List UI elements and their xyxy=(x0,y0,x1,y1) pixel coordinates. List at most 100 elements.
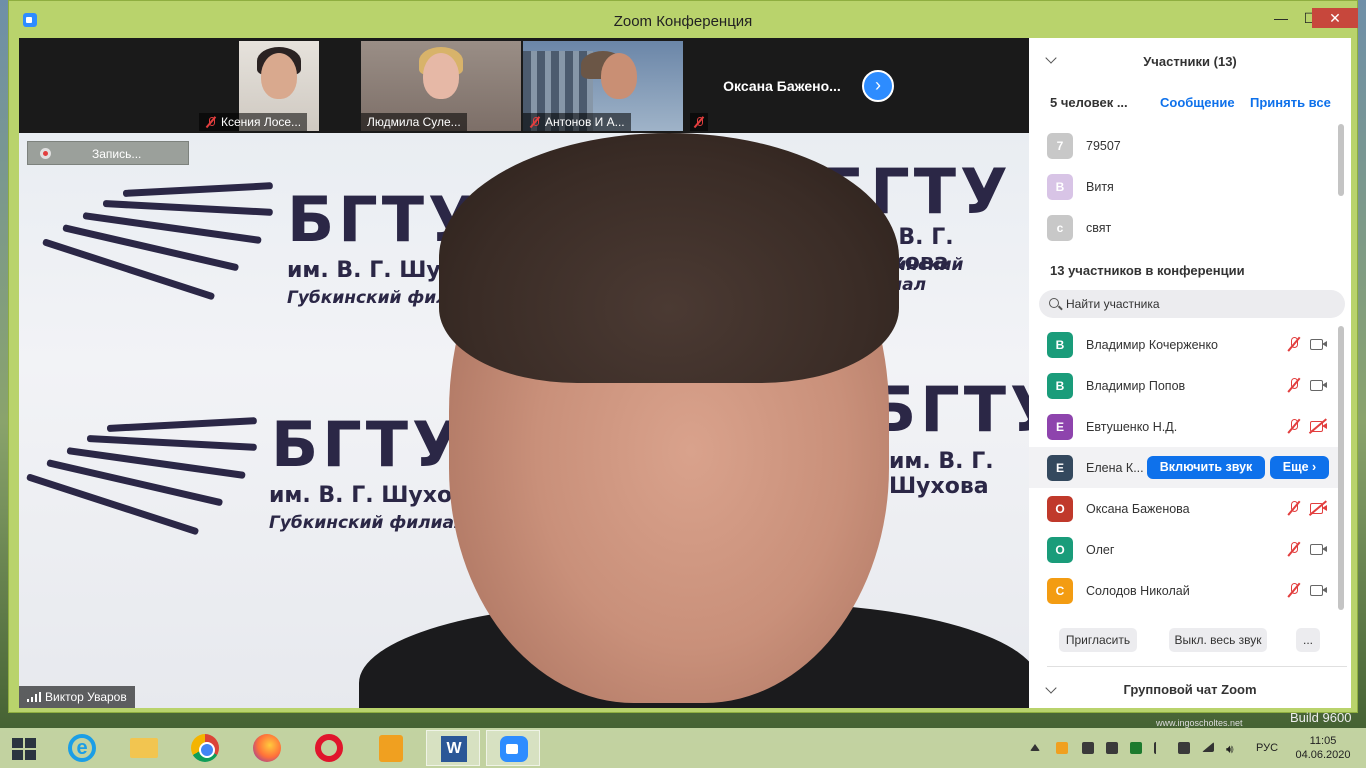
taskbar-notes[interactable] xyxy=(364,730,418,766)
tray-app-icon[interactable] xyxy=(1178,742,1190,754)
participant-row[interactable]: В Владимир Попов xyxy=(1029,365,1339,406)
participant-name: Солодов Николай xyxy=(1086,584,1190,598)
search-input[interactable]: Найти участника xyxy=(1066,297,1160,311)
opera-icon xyxy=(315,734,343,762)
waiting-item[interactable]: 7 79507 xyxy=(1029,125,1339,166)
participants-title: Участники (13) xyxy=(1143,54,1237,69)
signal-bars-icon xyxy=(27,692,41,702)
mic-muted-icon[interactable] xyxy=(1287,542,1301,558)
taskbar-firefox[interactable] xyxy=(240,730,294,766)
search-icon xyxy=(1049,298,1059,308)
clock-date: 04.06.2020 xyxy=(1295,749,1351,761)
thumbnail-name: Людмила Суле... xyxy=(361,113,467,131)
waiting-count[interactable]: 5 человек ... xyxy=(1050,95,1128,110)
flag-icon[interactable] xyxy=(1154,742,1166,754)
system-tray: 🔊︎ РУС 11:05 04.06.2020 xyxy=(1030,728,1366,768)
taskbar: e W 🔊︎ РУС 11:05 04.06.2020 xyxy=(0,728,1366,768)
clock-time: 11:05 xyxy=(1309,735,1337,747)
waiting-scrollbar[interactable] xyxy=(1338,124,1344,196)
mic-muted-icon[interactable] xyxy=(1287,378,1301,394)
participants-header: Участники (13) xyxy=(1029,38,1351,83)
mic-muted-icon xyxy=(693,116,705,128)
mic-muted-icon[interactable] xyxy=(1287,501,1301,517)
recording-indicator[interactable]: Запись... xyxy=(27,141,189,165)
unmute-button[interactable]: Включить звук xyxy=(1147,456,1265,479)
thumbnail-video[interactable]: Людмила Суле... xyxy=(361,41,521,131)
participant-row[interactable]: О Олег xyxy=(1029,529,1339,570)
input-language[interactable]: РУС xyxy=(1256,742,1278,754)
message-waiting-link[interactable]: Сообщение xyxy=(1160,95,1235,110)
minimize-button[interactable]: — xyxy=(1266,8,1296,28)
camera-icon[interactable] xyxy=(1310,380,1327,391)
participant-row[interactable]: С Солодов Николай xyxy=(1029,570,1339,611)
mic-muted-icon[interactable] xyxy=(1287,583,1301,599)
tray-app-icon[interactable] xyxy=(1082,742,1094,754)
camera-icon[interactable] xyxy=(1310,544,1327,555)
waiting-item[interactable]: с свят xyxy=(1029,207,1339,248)
notes-tray-icon[interactable] xyxy=(1056,742,1068,754)
mic-muted-icon xyxy=(205,116,217,128)
taskbar-internet-explorer[interactable]: e xyxy=(54,730,108,766)
nvidia-icon[interactable] xyxy=(1130,742,1142,754)
taskbar-word[interactable]: W xyxy=(426,730,480,766)
firefox-icon xyxy=(253,734,281,762)
build-label: Build 9600 xyxy=(1290,710,1352,725)
network-icon[interactable] xyxy=(1202,742,1214,752)
more-options-button[interactable]: ... xyxy=(1296,628,1320,652)
next-page-button[interactable]: › xyxy=(862,70,894,102)
participant-scrollbar[interactable] xyxy=(1338,326,1344,610)
participant-row[interactable]: О Оксана Баженова xyxy=(1029,488,1339,529)
participant-name: Олег xyxy=(1086,543,1115,557)
participant-name: Евтушенко Н.Д. xyxy=(1086,420,1178,434)
camera-icon[interactable] xyxy=(1310,339,1327,350)
participant-name: Владимир Кочерженко xyxy=(1086,338,1219,352)
mic-muted-icon[interactable] xyxy=(1287,419,1301,435)
show-hidden-icons[interactable] xyxy=(1030,744,1040,751)
thumbnail-name: Антонов И А... xyxy=(523,113,631,131)
participant-row[interactable]: Е Евтушенко Н.Д. xyxy=(1029,406,1339,447)
participant-list: В Владимир Кочерженко В Владимир Попов Е… xyxy=(1029,324,1339,611)
waiting-list: 7 79507 В Витя с свят xyxy=(1029,125,1339,248)
camera-icon[interactable] xyxy=(1310,585,1327,596)
participant-row-hovered[interactable]: Е Елена К... Включить звук Еще › xyxy=(1029,447,1339,488)
taskbar-opera[interactable] xyxy=(302,730,356,766)
zoom-icon xyxy=(500,736,528,762)
invite-button[interactable]: Пригласить xyxy=(1059,628,1137,652)
thumbnail-name-only[interactable]: Оксана Баженo... xyxy=(702,41,862,131)
taskbar-file-explorer[interactable] xyxy=(116,730,170,766)
speaker-hair xyxy=(439,133,899,383)
zoom-window: Zoom Конференция — ☐ ✕ Ксения Лосе... Лю… xyxy=(8,0,1358,713)
title-bar[interactable]: Zoom Конференция — ☐ ✕ xyxy=(9,1,1358,38)
avatar: Е xyxy=(1047,414,1073,440)
participant-search[interactable]: Найти участника xyxy=(1039,290,1345,318)
internet-explorer-icon: e xyxy=(68,734,96,762)
desktop-watermark: www.ingoscholtes.net xyxy=(1156,718,1243,728)
participant-row[interactable]: В Владимир Кочерженко xyxy=(1029,324,1339,365)
mic-muted-icon[interactable] xyxy=(1287,337,1301,353)
more-button[interactable]: Еще › xyxy=(1270,456,1329,479)
chat-header[interactable]: Групповой чат Zoom xyxy=(1029,674,1351,704)
thumbnail-name: Ксения Лосе... xyxy=(199,113,308,131)
active-speaker-video[interactable]: БГТУ им. В. Г. Шухова Губкинский филиал … xyxy=(19,133,1029,708)
avatar: В xyxy=(1047,332,1073,358)
clock[interactable]: 11:05 04.06.2020 xyxy=(1292,734,1354,762)
taskbar-chrome[interactable] xyxy=(178,730,232,766)
taskbar-zoom[interactable] xyxy=(486,730,540,766)
chrome-icon xyxy=(191,734,219,762)
thumbnail-video[interactable]: Антонов И А... xyxy=(523,41,683,131)
avatar: О xyxy=(1047,537,1073,563)
close-button[interactable]: ✕ xyxy=(1312,8,1358,28)
record-icon xyxy=(40,148,51,159)
mic-muted-icon xyxy=(529,116,541,128)
logo-text: БГТУ xyxy=(869,373,1029,446)
thumbnail-video[interactable]: Ксения Лосе... xyxy=(199,41,359,131)
participant-name: Витя xyxy=(1086,180,1114,194)
start-button[interactable] xyxy=(0,730,54,766)
volume-icon[interactable]: 🔊︎ xyxy=(1226,742,1238,756)
tray-app-icon[interactable] xyxy=(1106,742,1118,754)
waiting-item[interactable]: В Витя xyxy=(1029,166,1339,207)
mute-all-button[interactable]: Выкл. весь звук xyxy=(1169,628,1267,652)
logo-stripes xyxy=(41,182,273,301)
window-title: Zoom Конференция xyxy=(613,13,753,30)
admit-all-link[interactable]: Принять все xyxy=(1250,95,1331,110)
